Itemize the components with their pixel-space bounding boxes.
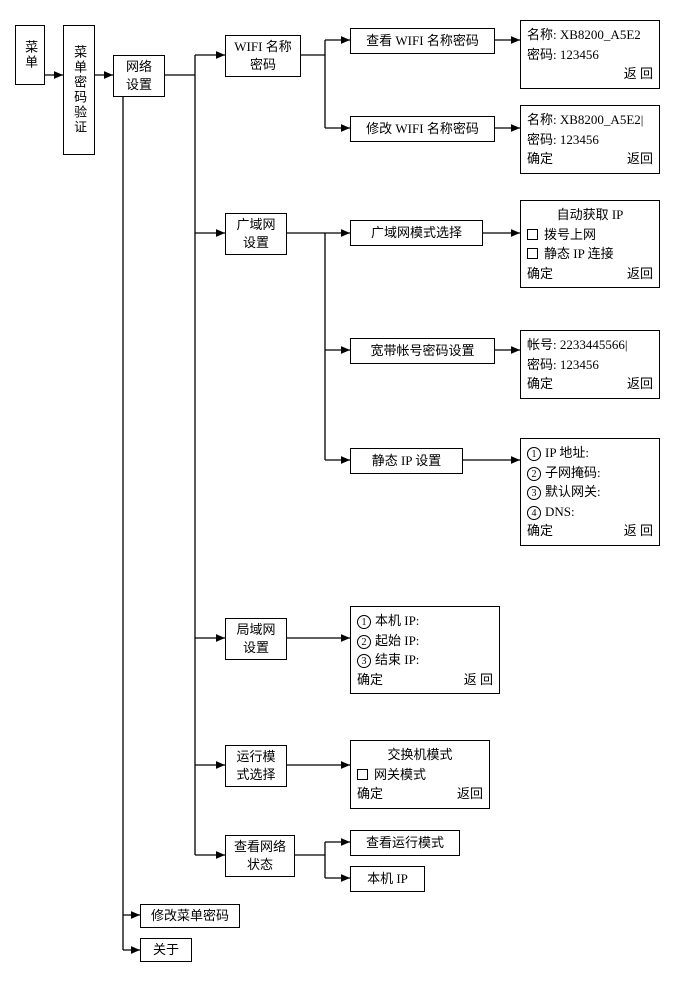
wan-settings-node: 广域网设置 <box>225 213 287 255</box>
option[interactable]: 自动获取 IP <box>527 205 653 225</box>
value: XB8200_A5E2 <box>560 27 641 42</box>
lan-settings-node: 局域网设置 <box>225 618 287 660</box>
broadband-acct-pw-node: 宽带帐号密码设置 <box>350 338 495 364</box>
option[interactable]: 静态 IP 连接 <box>527 244 653 264</box>
about-node: 关于 <box>140 938 192 962</box>
ok-button[interactable]: 确定 <box>357 784 383 804</box>
ok-button[interactable]: 确定 <box>527 264 553 284</box>
ok-button[interactable]: 确定 <box>357 670 383 690</box>
local-ip-node: 本机 IP <box>350 866 425 892</box>
network-settings-node: 网络设置 <box>113 55 165 97</box>
menu-password-verify-node: 菜单密码验证 <box>63 25 95 155</box>
option[interactable]: 网关模式 <box>357 765 483 785</box>
num-icon: 2 <box>527 467 541 481</box>
label: DNS: <box>545 504 575 519</box>
label: 密码: <box>527 132 557 147</box>
label: IP 地址: <box>545 445 589 460</box>
view-net-status-node: 查看网络状态 <box>225 835 295 877</box>
view-wifi-name-pw-node: 查看 WIFI 名称密码 <box>350 28 495 54</box>
menu-node: 菜单 <box>15 25 45 85</box>
option[interactable]: 交换机模式 <box>357 745 483 765</box>
back-button[interactable]: 返 回 <box>624 521 653 541</box>
lan-panel: 1 本机 IP: 2 起始 IP: 3 结束 IP: 确定 返 回 <box>350 606 500 694</box>
label: 帐号: <box>527 337 557 352</box>
label: 本机 IP: <box>375 613 419 628</box>
value: 123456 <box>560 47 599 62</box>
label: 密码: <box>527 357 557 372</box>
num-icon: 4 <box>527 506 541 520</box>
back-button[interactable]: 返 回 <box>464 670 493 690</box>
wifi-edit-panel: 名称: XB8200_A5E2| 密码: 123456 确定 返回 <box>520 105 660 174</box>
label: 名称: <box>527 27 557 42</box>
change-menu-password-node: 修改菜单密码 <box>140 904 240 928</box>
wifi-name-pw-node: WIFI 名称密码 <box>225 35 301 77</box>
wan-mode-select-node: 广域网模式选择 <box>350 220 483 246</box>
static-ip-panel: 1 IP 地址: 2 子网掩码: 3 默认网关: 4 DNS: 确定 返 回 <box>520 438 660 546</box>
wifi-view-panel: 名称: XB8200_A5E2 密码: 123456 返 回 <box>520 20 660 89</box>
static-ip-settings-node: 静态 IP 设置 <box>350 448 463 474</box>
value[interactable]: 123456 <box>560 357 599 372</box>
run-mode-select-node: 运行模式选择 <box>225 745 287 787</box>
back-button[interactable]: 返 回 <box>624 66 653 81</box>
wan-mode-panel: 自动获取 IP 拨号上网 静态 IP 连接 确定 返回 <box>520 200 660 288</box>
num-icon: 1 <box>527 447 541 461</box>
value[interactable]: XB8200_A5E2| <box>560 112 644 127</box>
label: 子网掩码: <box>545 465 601 480</box>
modify-wifi-name-pw-node: 修改 WIFI 名称密码 <box>350 116 495 142</box>
option[interactable]: 拨号上网 <box>527 225 653 245</box>
num-icon: 3 <box>357 654 371 668</box>
view-run-mode-node: 查看运行模式 <box>350 830 460 856</box>
label: 结束 IP: <box>375 652 419 667</box>
num-icon: 3 <box>527 486 541 500</box>
value[interactable]: 123456 <box>560 132 599 147</box>
back-button[interactable]: 返回 <box>627 149 653 169</box>
num-icon: 1 <box>357 615 371 629</box>
label: 起始 IP: <box>375 633 419 648</box>
ok-button[interactable]: 确定 <box>527 521 553 541</box>
label: 密码: <box>527 47 557 62</box>
broadband-panel: 帐号: 2233445566| 密码: 123456 确定 返回 <box>520 330 660 399</box>
back-button[interactable]: 返回 <box>627 264 653 284</box>
label: 默认网关: <box>545 484 601 499</box>
value[interactable]: 2233445566| <box>560 337 628 352</box>
back-button[interactable]: 返回 <box>457 784 483 804</box>
ok-button[interactable]: 确定 <box>527 149 553 169</box>
run-mode-panel: 交换机模式 网关模式 确定 返回 <box>350 740 490 809</box>
back-button[interactable]: 返回 <box>627 374 653 394</box>
num-icon: 2 <box>357 635 371 649</box>
ok-button[interactable]: 确定 <box>527 374 553 394</box>
label: 名称: <box>527 112 557 127</box>
